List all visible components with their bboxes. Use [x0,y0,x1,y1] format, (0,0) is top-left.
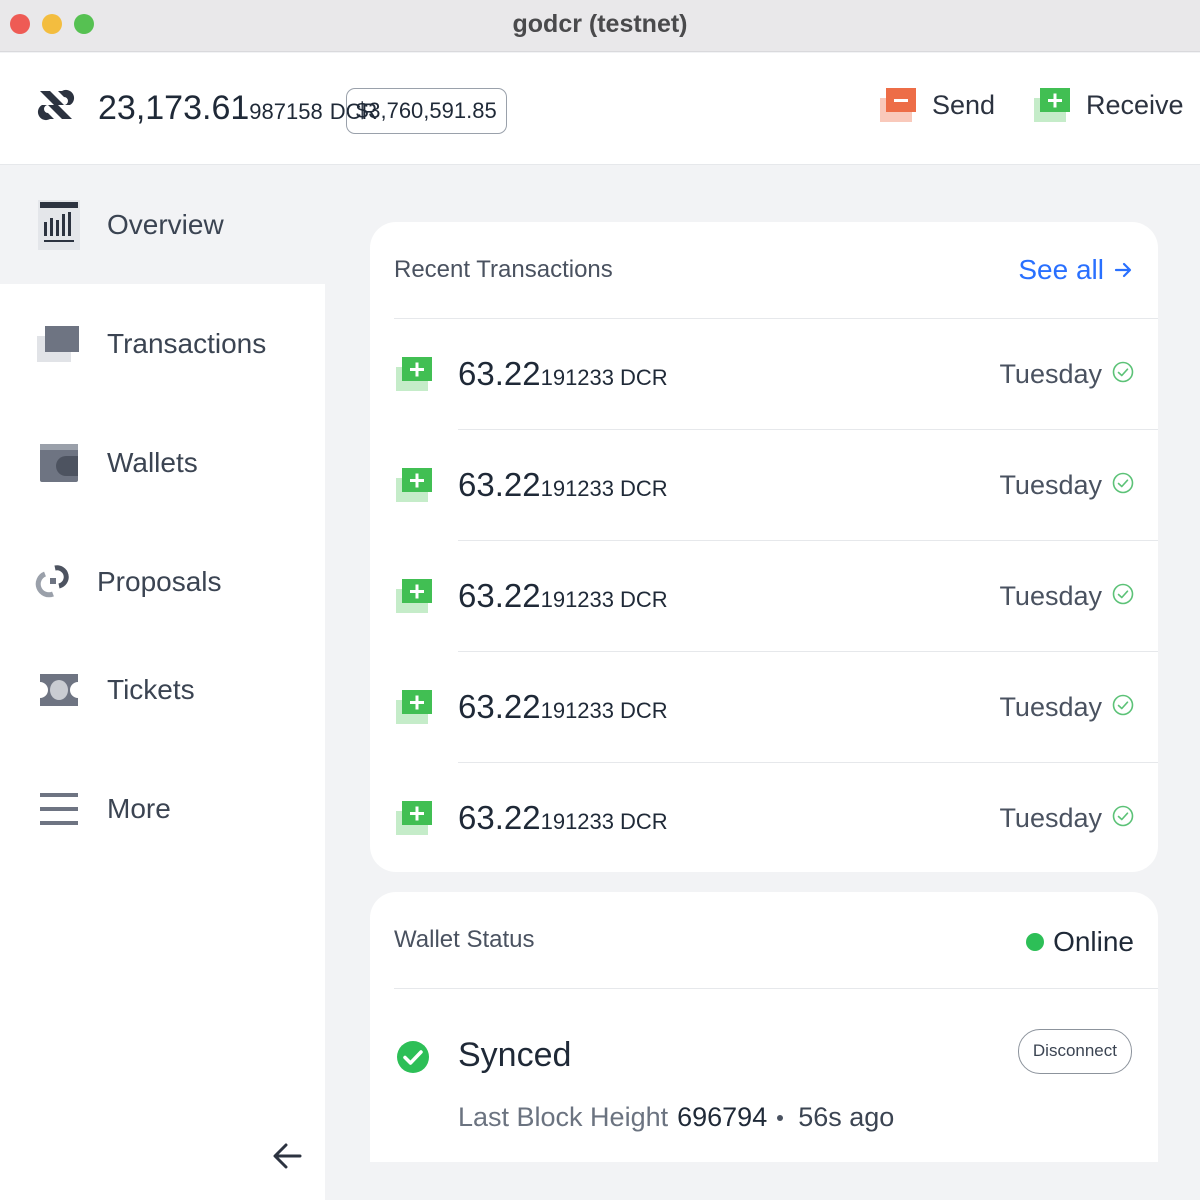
transaction-date: Tuesday [999,470,1102,500]
amount-decimals: 191233 [540,365,615,390]
see-all-label: See all [1018,254,1104,285]
transaction-date: Tuesday [999,692,1102,722]
usd-balance-badge: $3,760,591.85 [346,88,507,134]
overview-icon [36,200,82,250]
collapse-sidebar-button[interactable] [268,1136,308,1176]
connection-status: Online [1026,926,1134,958]
recent-transactions-card: Recent Transactions See all 63.22 191233 D… [370,222,1158,872]
see-all-link[interactable]: See all [1018,254,1132,286]
recent-transactions-title: Recent Transactions [394,256,613,283]
last-block-ago: 56s ago [798,1102,895,1132]
amount-unit: DCR [620,476,668,501]
confirmed-check-icon [1112,583,1134,605]
receive-icon [394,688,434,726]
confirmed-check-icon [1112,805,1134,827]
transaction-row[interactable]: 63.22 191233 DCR Tuesday [370,763,1158,874]
transaction-amount: 63.22 191233 DCR [458,799,668,837]
receive-icon [394,577,434,615]
sync-state: Synced [458,1036,572,1074]
amount-main: 63.22 [458,577,541,614]
amount-unit: DCR [620,698,668,723]
amount-main: 63.22 [458,799,541,836]
confirmed-check-icon [1112,694,1134,716]
receive-icon [394,355,434,393]
transaction-row[interactable]: 63.22 191233 DCR Tuesday [370,652,1158,763]
transactions-icon [36,321,82,367]
disconnect-button[interactable]: Disconnect [1017,1029,1132,1074]
sidebar-item-label: Tickets [107,674,195,705]
transaction-row[interactable]: 63.22 191233 DCR Tuesday [370,319,1158,430]
window-titlebar: godcr (testnet) [0,0,1200,52]
sidebar-item-label: More [107,793,171,824]
amount-unit: DCR [620,587,668,612]
sidebar-item-tickets[interactable]: Tickets [0,660,325,720]
connection-label: Online [1053,926,1134,957]
send-icon [880,88,916,122]
decred-logo-icon [36,85,76,125]
transaction-row[interactable]: 63.22 191233 DCR Tuesday [370,430,1158,541]
receive-icon [394,466,434,504]
proposals-icon [30,559,76,605]
amount-main: 63.22 [458,466,541,503]
sidebar-item-label: Transactions [107,328,267,359]
tickets-icon [36,667,82,713]
sidebar-item-transactions[interactable]: Transactions [0,314,325,374]
check-circle-icon [396,1040,430,1074]
amount-main: 63.22 [458,688,541,725]
amount-decimals: 191233 [540,587,615,612]
wallet-status-card: Wallet Status Online Synced Disconnect L… [370,892,1158,1162]
amount-unit: DCR [620,365,668,390]
balance-decimals: 987158 [249,99,323,124]
transaction-date: Tuesday [999,803,1102,833]
window-title: godcr (testnet) [512,10,688,38]
balance-main: 23,173.61 [98,89,250,127]
arrow-right-icon [1114,262,1132,278]
menu-icon [36,786,82,832]
app-header: 23,173.61 987158 DCR $3,760,591.85 Send … [0,53,1200,165]
amount-decimals: 191233 [540,698,615,723]
sidebar-item-proposals[interactable]: Proposals [0,552,325,612]
last-block-height: 696794 [677,1102,768,1132]
transaction-amount: 63.22 191233 DCR [458,466,668,504]
amount-unit: DCR [620,809,668,834]
wallet-status-title: Wallet Status [394,926,535,953]
send-label: Send [932,89,996,120]
receive-icon [1034,88,1070,122]
receive-label: Receive [1086,89,1184,120]
separator-dot [777,1114,784,1121]
sidebar-item-wallets[interactable]: Wallets [0,433,325,493]
sidebar-item-label: Overview [107,209,224,240]
receive-button[interactable]: Receive [1032,85,1184,125]
confirmed-check-icon [1112,361,1134,383]
transaction-amount: 63.22 191233 DCR [458,577,668,615]
sidebar-item-label: Proposals [97,566,222,597]
send-button[interactable]: Send [878,85,995,125]
wallet-icon [36,440,82,486]
sidebar: Overview Transactions Wallets Proposals … [0,166,325,1200]
sidebar-item-more[interactable]: More [0,779,325,839]
transaction-date: Tuesday [999,359,1102,389]
sidebar-item-overview[interactable]: Overview [0,195,325,255]
transaction-date: Tuesday [999,581,1102,611]
transaction-row[interactable]: 63.22 191233 DCR Tuesday [370,541,1158,652]
arrow-left-icon [273,1143,302,1169]
transaction-amount: 63.22 191233 DCR [458,688,668,726]
total-balance: 23,173.61 987158 DCR [98,89,377,128]
amount-decimals: 191233 [540,809,615,834]
amount-decimals: 191233 [540,476,615,501]
last-block-label: Last Block Height [458,1102,669,1132]
amount-main: 63.22 [458,355,541,392]
last-block-info: Last Block Height 696794 56s ago [458,1102,894,1133]
confirmed-check-icon [1112,472,1134,494]
online-indicator [1026,933,1045,951]
transaction-amount: 63.22 191233 DCR [458,355,668,393]
receive-icon [394,799,434,837]
sidebar-item-label: Wallets [107,447,198,478]
